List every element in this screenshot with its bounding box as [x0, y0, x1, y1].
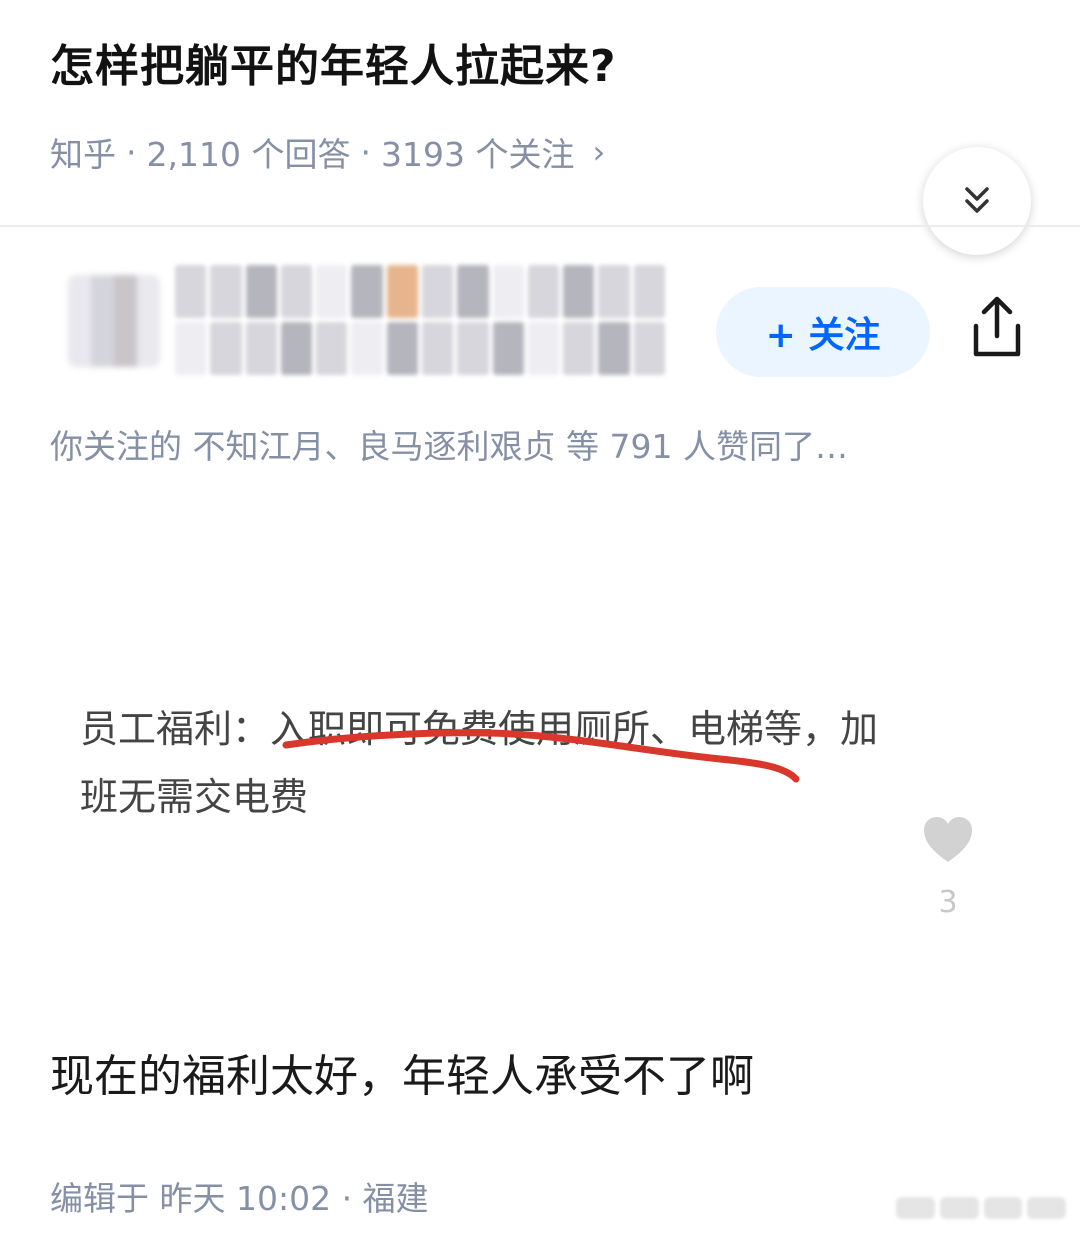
- divider: [0, 225, 1080, 227]
- meta-separator: ·: [360, 132, 371, 172]
- red-underline-mark: [282, 729, 800, 783]
- chevron-right-icon: ›: [592, 133, 606, 171]
- answer-body-text: 现在的福利太好，年轻人承受不了啊: [50, 1051, 754, 1102]
- share-icon[interactable]: [964, 292, 1030, 362]
- avatar[interactable]: [68, 275, 160, 367]
- source-label: 知乎: [50, 135, 116, 174]
- question-title[interactable]: 怎样把躺平的年轻人拉起来?: [50, 30, 617, 94]
- question-meta[interactable]: 知乎 · 2,110 个回答 · 3193 个关注 ›: [50, 128, 605, 176]
- like-button[interactable]: [918, 815, 978, 869]
- follow-button[interactable]: + 关注: [716, 287, 930, 377]
- double-chevron-down-icon: [965, 187, 989, 213]
- follow-button-label: + 关注: [765, 315, 881, 356]
- collapse-button[interactable]: [923, 147, 1031, 255]
- heart-icon: [924, 817, 972, 862]
- liked-by-text[interactable]: 你关注的 不知江月、良马逐利艰贞 等 791 人赞同了…: [50, 420, 848, 468]
- answers-count: 2,110 个回答: [146, 135, 351, 174]
- author-info-blurred: [175, 265, 665, 375]
- followers-count: 3193 个关注: [380, 135, 575, 174]
- meta-separator: ·: [126, 132, 137, 172]
- like-count: 3: [938, 885, 958, 920]
- watermark: [896, 1190, 1066, 1226]
- edit-info: 编辑于 昨天 10:02 · 福建: [50, 1179, 429, 1218]
